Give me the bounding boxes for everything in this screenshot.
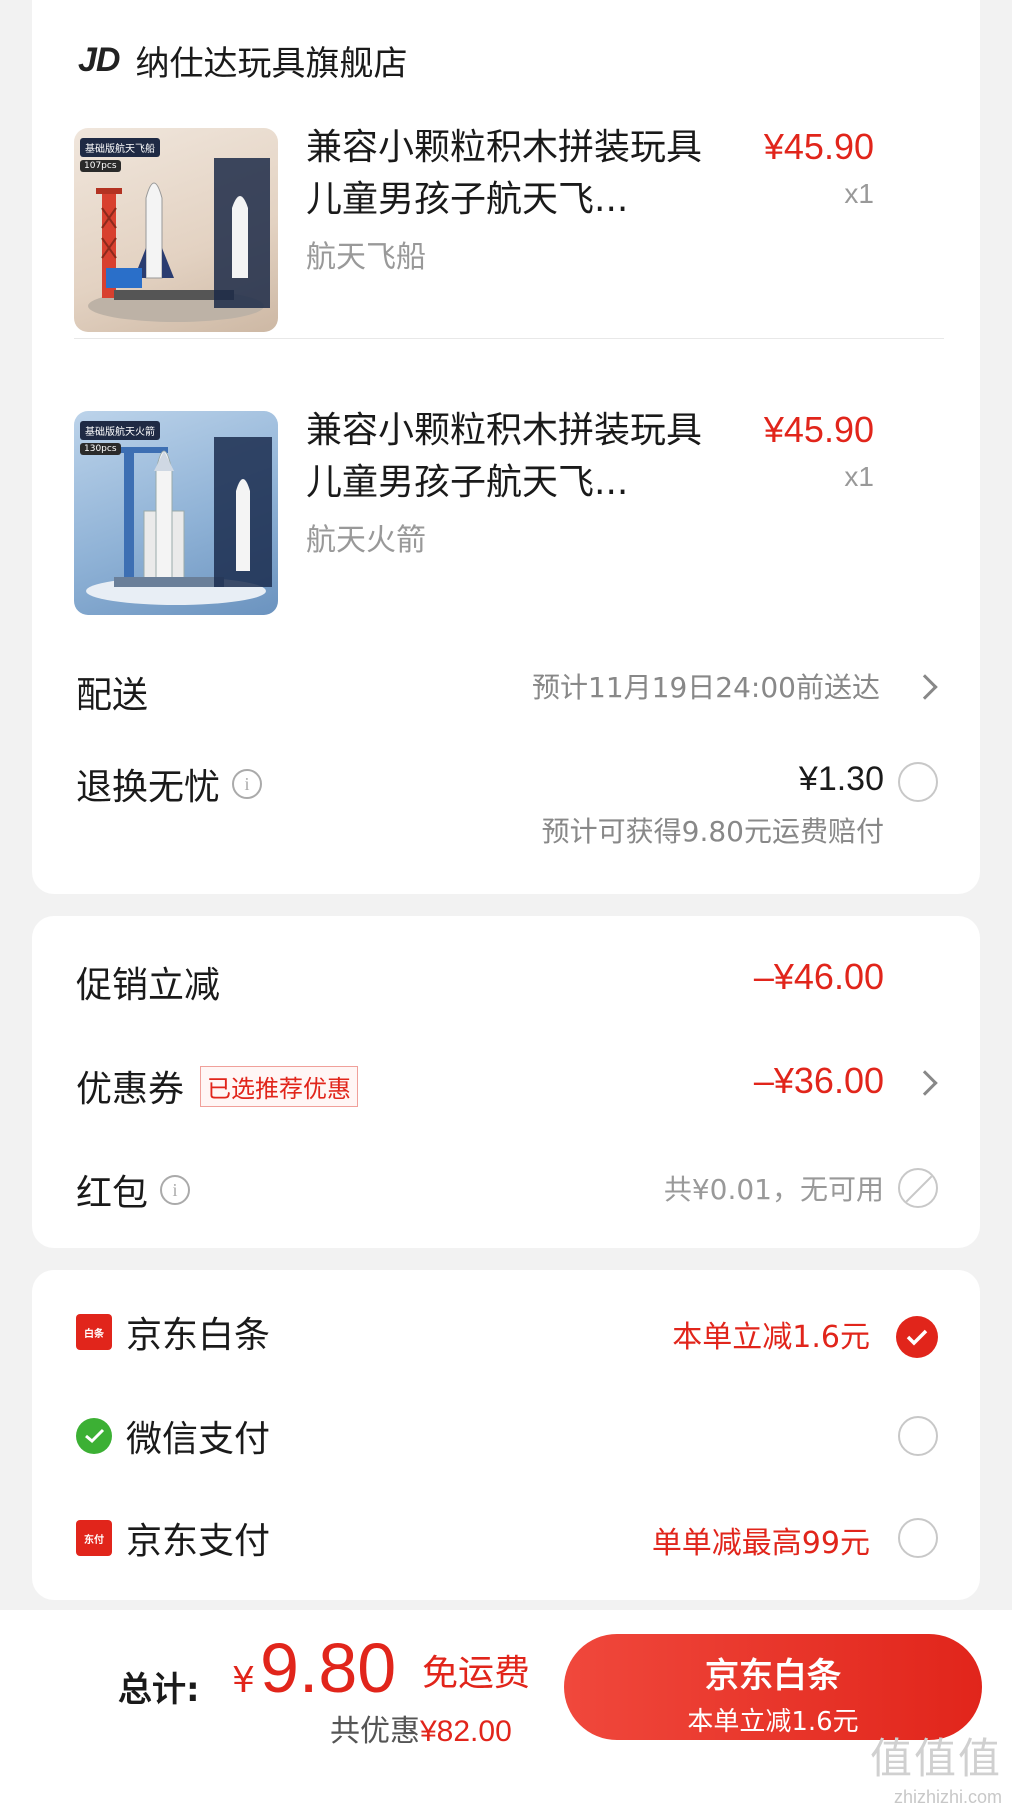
store-name[interactable]: 纳仕达玩具旗舰店	[135, 36, 407, 85]
return-insurance-note: 预计可获得9.80元运费赔付	[541, 815, 884, 848]
redpacket-value: 共¥0.01，无可用	[663, 1173, 884, 1206]
payment-option-name: 微信支付	[126, 1419, 271, 1460]
product-title[interactable]: 兼容小颗粒积木拼装玩具儿童男孩子航天飞...	[306, 405, 706, 509]
payment-option-promo: 本单立减1.6元	[672, 1320, 870, 1355]
product-variant: 航天飞船	[306, 240, 426, 275]
promo-value: –¥46.00	[753, 956, 884, 997]
product-quantity: x1	[844, 178, 874, 209]
watermark-logo: 值值值	[869, 1734, 1002, 1783]
promo-label: 促销立减	[76, 965, 221, 1006]
payment-option-label: 白条 京东白条	[76, 1306, 270, 1358]
redpacket-label: 红包 i	[76, 1164, 191, 1216]
coupon-label-text: 优惠券	[76, 1069, 185, 1110]
thumbnail-edition-tag: 基础版航天飞船	[80, 138, 160, 157]
selected-check-icon[interactable]	[896, 1316, 938, 1358]
payment-option-promo: 单单减最高99元	[651, 1526, 870, 1561]
product-price: ¥45.90	[763, 126, 874, 167]
delivery-label: 配送	[76, 675, 149, 716]
chevron-right-icon[interactable]	[912, 1070, 938, 1096]
coupon-label: 优惠券 已选推荐优惠	[76, 1060, 359, 1112]
redpacket-label-text: 红包	[76, 1173, 149, 1214]
payment-option-label: 东付 京东支付	[76, 1512, 270, 1564]
order-items-card: JD 纳仕达玩具旗舰店 基础版航天飞船 107pcs 兼容小颗粒积木拼装玩具儿童…	[32, 0, 980, 894]
product-quantity: x1	[844, 461, 874, 492]
total-amount: 9.80	[260, 1629, 397, 1707]
jd-pay-icon: 东付	[76, 1520, 112, 1556]
product-title[interactable]: 兼容小颗粒积木拼装玩具儿童男孩子航天飞...	[306, 122, 706, 226]
return-insurance-text: 退换无忧	[76, 767, 221, 808]
return-insurance-radio[interactable]	[898, 762, 938, 802]
product-item[interactable]: 基础版航天火箭 130pcs 兼容小颗粒积木拼装玩具儿童男孩子航天飞... 航天…	[74, 409, 944, 615]
product-item[interactable]: 基础版航天飞船 107pcs 兼容小颗粒积木拼装玩具儿童男孩子航天飞... 航天…	[74, 126, 944, 332]
payment-option-radio[interactable]	[898, 1518, 938, 1558]
coupon-recommended-tag: 已选推荐优惠	[200, 1065, 359, 1107]
return-insurance-label: 退换无忧 i	[76, 758, 263, 810]
discounts-card: 促销立减 –¥46.00 优惠券 已选推荐优惠 –¥36.00 红包 i 共¥0…	[32, 916, 980, 1248]
payment-option-name: 京东支付	[126, 1521, 271, 1562]
info-icon[interactable]: i	[160, 1175, 191, 1205]
pay-button-title: 京东白条	[705, 1656, 841, 1696]
space-rocket-image	[86, 437, 272, 605]
watermark-url: zhizhizhi.com	[893, 1787, 1002, 1807]
unavailable-icon	[898, 1168, 938, 1208]
payment-methods-card: 白条 京东白条 本单立减1.6元 微信支付 东付 京东支付 单单减最高99元	[32, 1270, 980, 1600]
info-icon[interactable]: i	[232, 769, 263, 799]
savings-amount: ¥82.00	[420, 1715, 512, 1748]
savings-summary[interactable]: 共优惠¥82.00	[330, 1706, 512, 1750]
chevron-right-icon[interactable]	[912, 674, 938, 700]
free-shipping-label: 免运费	[422, 1653, 531, 1694]
wechat-pay-icon	[76, 1418, 112, 1454]
store-header[interactable]: JD 纳仕达玩具旗舰店	[78, 36, 407, 85]
payment-option-name: 京东白条	[126, 1315, 271, 1356]
payment-option-label: 微信支付	[76, 1410, 270, 1462]
product-thumbnail[interactable]: 基础版航天飞船 107pcs	[74, 128, 278, 332]
divider	[74, 338, 944, 339]
space-shuttle-image	[88, 158, 270, 322]
coupon-value[interactable]: –¥36.00	[754, 1060, 884, 1102]
checkout-bar: 总计: ¥ 9.80 免运费 共优惠¥82.00 京东白条 本单立减1.6元 值…	[0, 1610, 1012, 1814]
product-variant: 航天火箭	[306, 523, 426, 558]
savings-label: 共优惠	[330, 1714, 420, 1749]
baitiao-icon: 白条	[76, 1314, 112, 1350]
jd-logo: JD	[78, 41, 120, 79]
payment-option-radio[interactable]	[898, 1416, 938, 1456]
thumbnail-pieces-tag: 130pcs	[80, 443, 121, 455]
product-thumbnail[interactable]: 基础版航天火箭 130pcs	[74, 411, 278, 615]
total-label: 总计:	[118, 1670, 200, 1710]
total-currency: ¥	[232, 1660, 255, 1701]
product-price: ¥45.90	[763, 409, 874, 450]
thumbnail-pieces-tag: 107pcs	[80, 160, 121, 172]
delivery-estimate[interactable]: 预计11月19日24:00前送达	[532, 666, 880, 706]
return-insurance-price: ¥1.30	[798, 760, 884, 798]
thumbnail-edition-tag: 基础版航天火箭	[80, 421, 160, 440]
